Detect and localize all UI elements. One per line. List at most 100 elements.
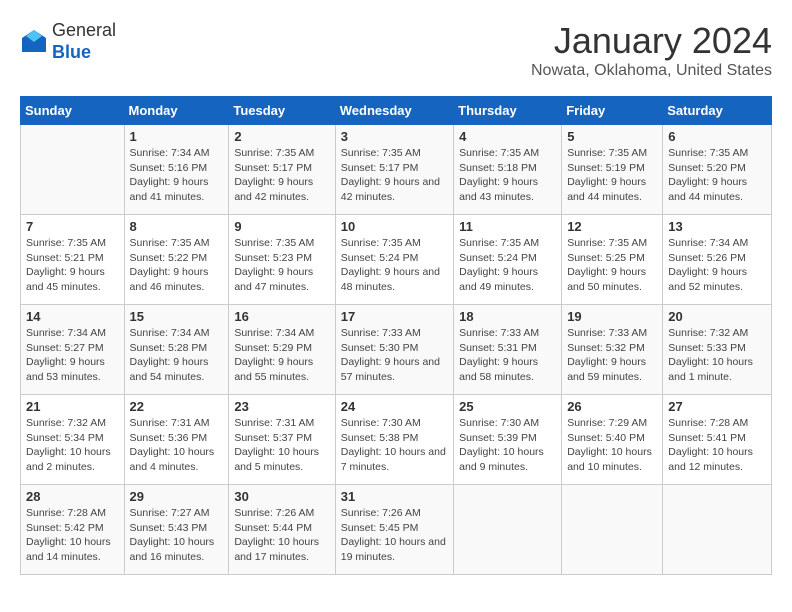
table-row: 9Sunrise: 7:35 AMSunset: 5:23 PMDaylight…: [229, 215, 335, 305]
day-detail: Sunrise: 7:33 AMSunset: 5:30 PMDaylight:…: [341, 326, 448, 385]
day-number: 20: [668, 309, 766, 324]
table-row: 15 Sunrise: 7:34 AMSunset: 5:28 PMDayligh…: [124, 305, 229, 395]
day-number: 4: [459, 129, 556, 144]
table-row: 6 Sunrise: 7:35 AMSunset: 5:20 PMDaylight…: [663, 125, 772, 215]
day-number: 18: [459, 309, 556, 324]
calendar-week-row: 28Sunrise: 7:28 AMSunset: 5:42 PMDayligh…: [21, 485, 772, 575]
calendar-week-row: 21 Sunrise: 7:32 AMSunset: 5:34 PMDayligh…: [21, 395, 772, 485]
table-row: 26 Sunrise: 7:29 AMSunset: 5:40 PMDayligh…: [562, 395, 663, 485]
day-detail: Sunrise: 7:30 AMSunset: 5:38 PMDaylight:…: [341, 416, 448, 475]
day-number: 17: [341, 309, 448, 324]
table-row: 2 Sunrise: 7:35 AMSunset: 5:17 PMDaylight…: [229, 125, 335, 215]
day-detail: Sunrise: 7:35 AMSunset: 5:24 PMDaylight:…: [459, 236, 556, 295]
day-detail: Sunrise: 7:34 AMSunset: 5:28 PMDaylight:…: [130, 326, 224, 385]
table-row: 16Sunrise: 7:34 AMSunset: 5:29 PMDayligh…: [229, 305, 335, 395]
day-number: 12: [567, 219, 657, 234]
table-row: [454, 485, 562, 575]
table-row: 21 Sunrise: 7:32 AMSunset: 5:34 PMDayligh…: [21, 395, 125, 485]
day-number: 31: [341, 489, 448, 504]
day-detail: Sunrise: 7:31 AMSunset: 5:37 PMDaylight:…: [234, 416, 329, 475]
table-row: 3 Sunrise: 7:35 AMSunset: 5:17 PMDaylight…: [335, 125, 453, 215]
logo: General Blue: [20, 20, 116, 63]
day-number: 11: [459, 219, 556, 234]
day-number: 24: [341, 399, 448, 414]
day-number: 13: [668, 219, 766, 234]
day-detail: Sunrise: 7:30 AMSunset: 5:39 PMDaylight:…: [459, 416, 556, 475]
day-number: 8: [130, 219, 224, 234]
day-detail: Sunrise: 7:34 AMSunset: 5:27 PMDaylight:…: [26, 326, 119, 385]
header-monday: Monday: [124, 97, 229, 125]
day-number: 21: [26, 399, 119, 414]
logo-icon: [20, 28, 48, 56]
day-detail: Sunrise: 7:26 AMSunset: 5:44 PMDaylight:…: [234, 506, 329, 565]
day-detail: Sunrise: 7:32 AMSunset: 5:34 PMDaylight:…: [26, 416, 119, 475]
day-number: 29: [130, 489, 224, 504]
table-row: [562, 485, 663, 575]
day-detail: Sunrise: 7:26 AMSunset: 5:45 PMDaylight:…: [341, 506, 448, 565]
table-row: 4 Sunrise: 7:35 AMSunset: 5:18 PMDaylight…: [454, 125, 562, 215]
day-detail: Sunrise: 7:35 AMSunset: 5:17 PMDaylight:…: [234, 146, 329, 205]
calendar-table: Sunday Monday Tuesday Wednesday Thursday…: [20, 96, 772, 575]
header-tuesday: Tuesday: [229, 97, 335, 125]
table-row: 24 Sunrise: 7:30 AMSunset: 5:38 PMDayligh…: [335, 395, 453, 485]
day-number: 6: [668, 129, 766, 144]
day-number: 23: [234, 399, 329, 414]
table-row: 27 Sunrise: 7:28 AMSunset: 5:41 PMDayligh…: [663, 395, 772, 485]
day-detail: Sunrise: 7:35 AMSunset: 5:18 PMDaylight:…: [459, 146, 556, 205]
day-detail: Sunrise: 7:35 AMSunset: 5:19 PMDaylight:…: [567, 146, 657, 205]
table-row: 19 Sunrise: 7:33 AMSunset: 5:32 PMDayligh…: [562, 305, 663, 395]
table-row: 20Sunrise: 7:32 AMSunset: 5:33 PMDayligh…: [663, 305, 772, 395]
calendar-week-row: 14 Sunrise: 7:34 AMSunset: 5:27 PMDayligh…: [21, 305, 772, 395]
calendar-week-row: 7Sunrise: 7:35 AMSunset: 5:21 PMDaylight…: [21, 215, 772, 305]
day-detail: Sunrise: 7:35 AMSunset: 5:22 PMDaylight:…: [130, 236, 224, 295]
day-number: 19: [567, 309, 657, 324]
day-number: 15: [130, 309, 224, 324]
table-row: 14 Sunrise: 7:34 AMSunset: 5:27 PMDayligh…: [21, 305, 125, 395]
table-row: 17 Sunrise: 7:33 AMSunset: 5:30 PMDayligh…: [335, 305, 453, 395]
day-number: 25: [459, 399, 556, 414]
logo-text: General Blue: [52, 20, 116, 63]
day-detail: Sunrise: 7:29 AMSunset: 5:40 PMDaylight:…: [567, 416, 657, 475]
table-row: 25 Sunrise: 7:30 AMSunset: 5:39 PMDayligh…: [454, 395, 562, 485]
table-row: 10 Sunrise: 7:35 AMSunset: 5:24 PMDayligh…: [335, 215, 453, 305]
table-row: 30Sunrise: 7:26 AMSunset: 5:44 PMDayligh…: [229, 485, 335, 575]
table-row: 11 Sunrise: 7:35 AMSunset: 5:24 PMDayligh…: [454, 215, 562, 305]
day-number: 14: [26, 309, 119, 324]
table-row: 7Sunrise: 7:35 AMSunset: 5:21 PMDaylight…: [21, 215, 125, 305]
table-row: [663, 485, 772, 575]
calendar-week-row: 1 Sunrise: 7:34 AMSunset: 5:16 PMDaylight…: [21, 125, 772, 215]
table-row: 22Sunrise: 7:31 AMSunset: 5:36 PMDayligh…: [124, 395, 229, 485]
day-number: 28: [26, 489, 119, 504]
day-detail: Sunrise: 7:35 AMSunset: 5:17 PMDaylight:…: [341, 146, 448, 205]
day-number: 2: [234, 129, 329, 144]
day-detail: Sunrise: 7:34 AMSunset: 5:16 PMDaylight:…: [130, 146, 224, 205]
table-row: 31 Sunrise: 7:26 AMSunset: 5:45 PMDayligh…: [335, 485, 453, 575]
table-row: 28Sunrise: 7:28 AMSunset: 5:42 PMDayligh…: [21, 485, 125, 575]
day-number: 27: [668, 399, 766, 414]
calendar-title: January 2024: [531, 20, 772, 62]
day-detail: Sunrise: 7:27 AMSunset: 5:43 PMDaylight:…: [130, 506, 224, 565]
table-row: 18Sunrise: 7:33 AMSunset: 5:31 PMDayligh…: [454, 305, 562, 395]
table-row: 5 Sunrise: 7:35 AMSunset: 5:19 PMDaylight…: [562, 125, 663, 215]
day-number: 10: [341, 219, 448, 234]
header: General Blue January 2024 Nowata, Oklaho…: [20, 20, 772, 80]
day-detail: Sunrise: 7:31 AMSunset: 5:36 PMDaylight:…: [130, 416, 224, 475]
day-number: 16: [234, 309, 329, 324]
day-detail: Sunrise: 7:34 AMSunset: 5:26 PMDaylight:…: [668, 236, 766, 295]
day-number: 5: [567, 129, 657, 144]
table-row: 13 Sunrise: 7:34 AMSunset: 5:26 PMDayligh…: [663, 215, 772, 305]
day-number: 26: [567, 399, 657, 414]
day-detail: Sunrise: 7:35 AMSunset: 5:25 PMDaylight:…: [567, 236, 657, 295]
day-number: 3: [341, 129, 448, 144]
day-detail: Sunrise: 7:35 AMSunset: 5:20 PMDaylight:…: [668, 146, 766, 205]
header-sunday: Sunday: [21, 97, 125, 125]
table-row: 29 Sunrise: 7:27 AMSunset: 5:43 PMDayligh…: [124, 485, 229, 575]
day-detail: Sunrise: 7:28 AMSunset: 5:41 PMDaylight:…: [668, 416, 766, 475]
day-detail: Sunrise: 7:35 AMSunset: 5:24 PMDaylight:…: [341, 236, 448, 295]
header-saturday: Saturday: [663, 97, 772, 125]
header-friday: Friday: [562, 97, 663, 125]
day-number: 1: [130, 129, 224, 144]
weekday-header-row: Sunday Monday Tuesday Wednesday Thursday…: [21, 97, 772, 125]
day-detail: Sunrise: 7:33 AMSunset: 5:32 PMDaylight:…: [567, 326, 657, 385]
title-section: January 2024 Nowata, Oklahoma, United St…: [531, 20, 772, 80]
